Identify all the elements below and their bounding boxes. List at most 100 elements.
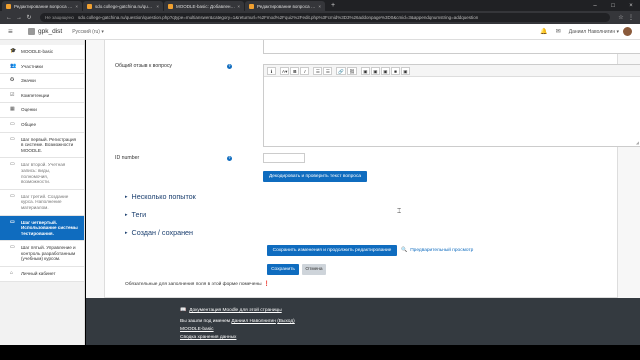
browser-tab-active[interactable]: Редактирование вопроса «Вос…× — [245, 1, 325, 11]
browser-address-bar: ← → ↻ Не защищено sdo.college-gatchina.r… — [0, 11, 640, 24]
user-menu[interactable]: Даниил Наволнигин ▾ — [569, 29, 619, 35]
url-field[interactable]: Не защищено sdo.college-gatchina.ru/ques… — [40, 13, 610, 22]
letterbox-bar — [0, 345, 640, 360]
help-icon[interactable]: ? — [227, 64, 232, 69]
maximize-icon[interactable]: □ — [604, 1, 622, 11]
nav-drawer: 🎓 MOODLE-basic 👥 Участники ✪ Значки ☑ Компет… — [0, 40, 85, 345]
drawer-item[interactable]: ⌂ Личный кабинет — [0, 267, 84, 282]
site-brand[interactable]: gpk_dist — [28, 28, 62, 35]
record-video-button[interactable]: ■ — [390, 66, 400, 75]
logged-in-prefix: Вы зашли под именем — [180, 319, 231, 324]
close-tab-icon[interactable]: × — [75, 4, 78, 9]
star-icon[interactable]: ☆ — [616, 14, 626, 21]
record-audio-button[interactable]: ▣ — [380, 66, 390, 75]
mouse-cursor-icon: ⌶ — [397, 208, 402, 215]
logout-link[interactable]: (Выход) — [277, 319, 295, 324]
bold-button[interactable]: B — [290, 66, 300, 75]
required-icon: ❗ — [263, 281, 270, 287]
moodle-navbar: ≡ gpk_dist Русский (ru) ▾ 🔔 ✉ Даниил Нав… — [0, 24, 640, 40]
section-multiple-tries[interactable]: ▸ Несколько попыток — [125, 192, 196, 201]
moodle-favicon-icon — [249, 3, 254, 9]
close-window-icon[interactable]: × — [622, 1, 640, 11]
messages-icon[interactable]: ✉ — [556, 28, 561, 35]
drawer-item[interactable]: ▭ Общее — [0, 117, 84, 133]
back-icon[interactable]: ← — [4, 15, 14, 21]
drawer-item[interactable]: ▭ Шаг третий. Создание курса. Наполнение … — [0, 189, 84, 216]
drawer-item-label: Шаг третий. Создание курса. Наполнение м… — [21, 193, 69, 210]
avatar[interactable] — [623, 27, 632, 36]
dashboard-icon: ⌂ — [10, 270, 14, 277]
manage-files-button[interactable]: ▣ — [400, 66, 410, 75]
general-feedback-label: Общий отзыв к вопросу — [115, 63, 173, 69]
id-number-label: ID number — [115, 155, 140, 161]
browser-tab[interactable]: sdo.college-gatchina.ru/questi… × — [83, 1, 163, 11]
data-retention-text[interactable]: Сводка хранения данных — [180, 335, 236, 340]
decode-verify-button[interactable]: Декодировать и проверить текст вопроса — [263, 171, 367, 182]
preview-link[interactable]: 🔍 Предварительный просмотр — [401, 247, 473, 253]
section-tags[interactable]: ▸ Теги — [125, 210, 146, 219]
chevron-right-icon: ▸ — [125, 229, 128, 236]
section-created-saved[interactable]: ▸ Создан / сохранен — [125, 228, 193, 237]
browser-tab[interactable]: MOODLE-basic: Добавление и…× — [164, 1, 244, 11]
general-feedback-textarea[interactable] — [264, 77, 640, 146]
close-tab-icon[interactable]: × — [237, 4, 240, 9]
folder-icon: ▭ — [10, 218, 15, 225]
close-tab-icon[interactable]: × — [156, 4, 159, 9]
reload-icon[interactable]: ↻ — [24, 14, 34, 21]
cancel-button[interactable]: Отмена — [302, 264, 326, 275]
close-tab-icon[interactable]: × — [318, 4, 321, 9]
media-button[interactable]: ▣ — [370, 66, 380, 75]
editor-toolbar: ℹ A▾ B I ☰ ☰ 🔗 ⛓ ▣ ▣ ▣ ■ ▣ — [264, 65, 640, 77]
ordered-list-button[interactable]: ☰ — [323, 66, 333, 75]
forward-icon[interactable]: → — [14, 15, 24, 21]
save-continue-button[interactable]: Сохранить изменения и продолжить редакти… — [267, 245, 397, 256]
extensions-icon[interactable]: ⋮ — [626, 14, 636, 21]
course-link-text[interactable]: MOODLE-basic — [180, 327, 214, 332]
link-button[interactable]: 🔗 — [336, 66, 347, 75]
drawer-item[interactable]: ▭ Шаг пятый. Управление и контроль разраб… — [0, 241, 84, 268]
drawer-item[interactable]: ▭ Шаг первый. Регистрация в системе. Возм… — [0, 132, 84, 159]
question-text-editor-bottom[interactable] — [263, 40, 640, 54]
tab-title: Редактирование вопроса «Вос… — [257, 3, 317, 9]
unlink-button[interactable]: ⛓ — [347, 66, 357, 75]
magnifier-icon: 🔍 — [401, 247, 408, 253]
id-number-input[interactable] — [263, 153, 305, 163]
drawer-item-label: Шаг пятый. Управление и контроль разрабо… — [21, 245, 76, 262]
course-link[interactable]: MOODLE-basic — [180, 327, 214, 332]
users-icon: 👥 — [10, 62, 17, 69]
drawer-item[interactable]: 🎓 MOODLE-basic — [0, 45, 84, 60]
book-icon: 📖 — [180, 307, 187, 313]
minimize-icon[interactable]: – — [586, 1, 604, 11]
font-size-button[interactable]: A▾ — [280, 66, 290, 75]
drawer-item[interactable]: ▭ Шаг второй. Учетная запись: виды, полно… — [0, 158, 84, 190]
data-retention-link[interactable]: Сводка хранения данных — [180, 335, 236, 340]
section-title: Теги — [131, 210, 147, 219]
drawer-item[interactable]: ☑ Компетенции — [0, 88, 84, 104]
docs-link-text[interactable]: Документация Moodle для этой страницы — [189, 308, 281, 313]
moodle-docs-link[interactable]: 📖 Документация Moodle для этой страницы — [180, 307, 282, 313]
tab-title: MOODLE-basic: Добавление и… — [176, 3, 236, 9]
language-menu[interactable]: Русский (ru) ▾ — [72, 29, 104, 35]
section-title: Создан / сохранен — [131, 228, 194, 237]
footer-user-link[interactable]: Даниил Наволнигин — [231, 319, 275, 324]
page-footer: 📖 Документация Moodle для этой страницы В… — [86, 298, 640, 345]
italic-button[interactable]: I — [300, 66, 310, 75]
folder-icon: ▭ — [10, 244, 15, 251]
required-note-text: Обязательные для заполнения поля в этой … — [125, 281, 262, 287]
resize-handle-icon[interactable]: ◢ — [636, 140, 639, 145]
image-button[interactable]: ▣ — [360, 66, 370, 75]
required-fields-note: Обязательные для заполнения поля в этой … — [125, 281, 270, 287]
drawer-item-selected[interactable]: ▭ Шаг четвертый. Использование системы те… — [0, 215, 84, 242]
help-icon[interactable]: ? — [227, 156, 232, 161]
save-button[interactable]: Сохранить — [267, 264, 299, 275]
preview-link-label: Предварительный просмотр — [410, 247, 474, 253]
toolbar-toggle-button[interactable]: ℹ — [267, 66, 276, 75]
drawer-item[interactable]: ✪ Значки — [0, 74, 84, 89]
drawer-item[interactable]: ▦ Оценки — [0, 103, 84, 118]
unordered-list-button[interactable]: ☰ — [313, 66, 323, 75]
drawer-item[interactable]: 👥 Участники — [0, 59, 84, 75]
new-tab-button[interactable]: + — [326, 1, 340, 11]
bell-icon[interactable]: 🔔 — [540, 28, 547, 35]
browser-tab[interactable]: Редактирование вопроса «Вос…× — [2, 1, 82, 11]
hamburger-icon[interactable]: ≡ — [8, 27, 18, 36]
